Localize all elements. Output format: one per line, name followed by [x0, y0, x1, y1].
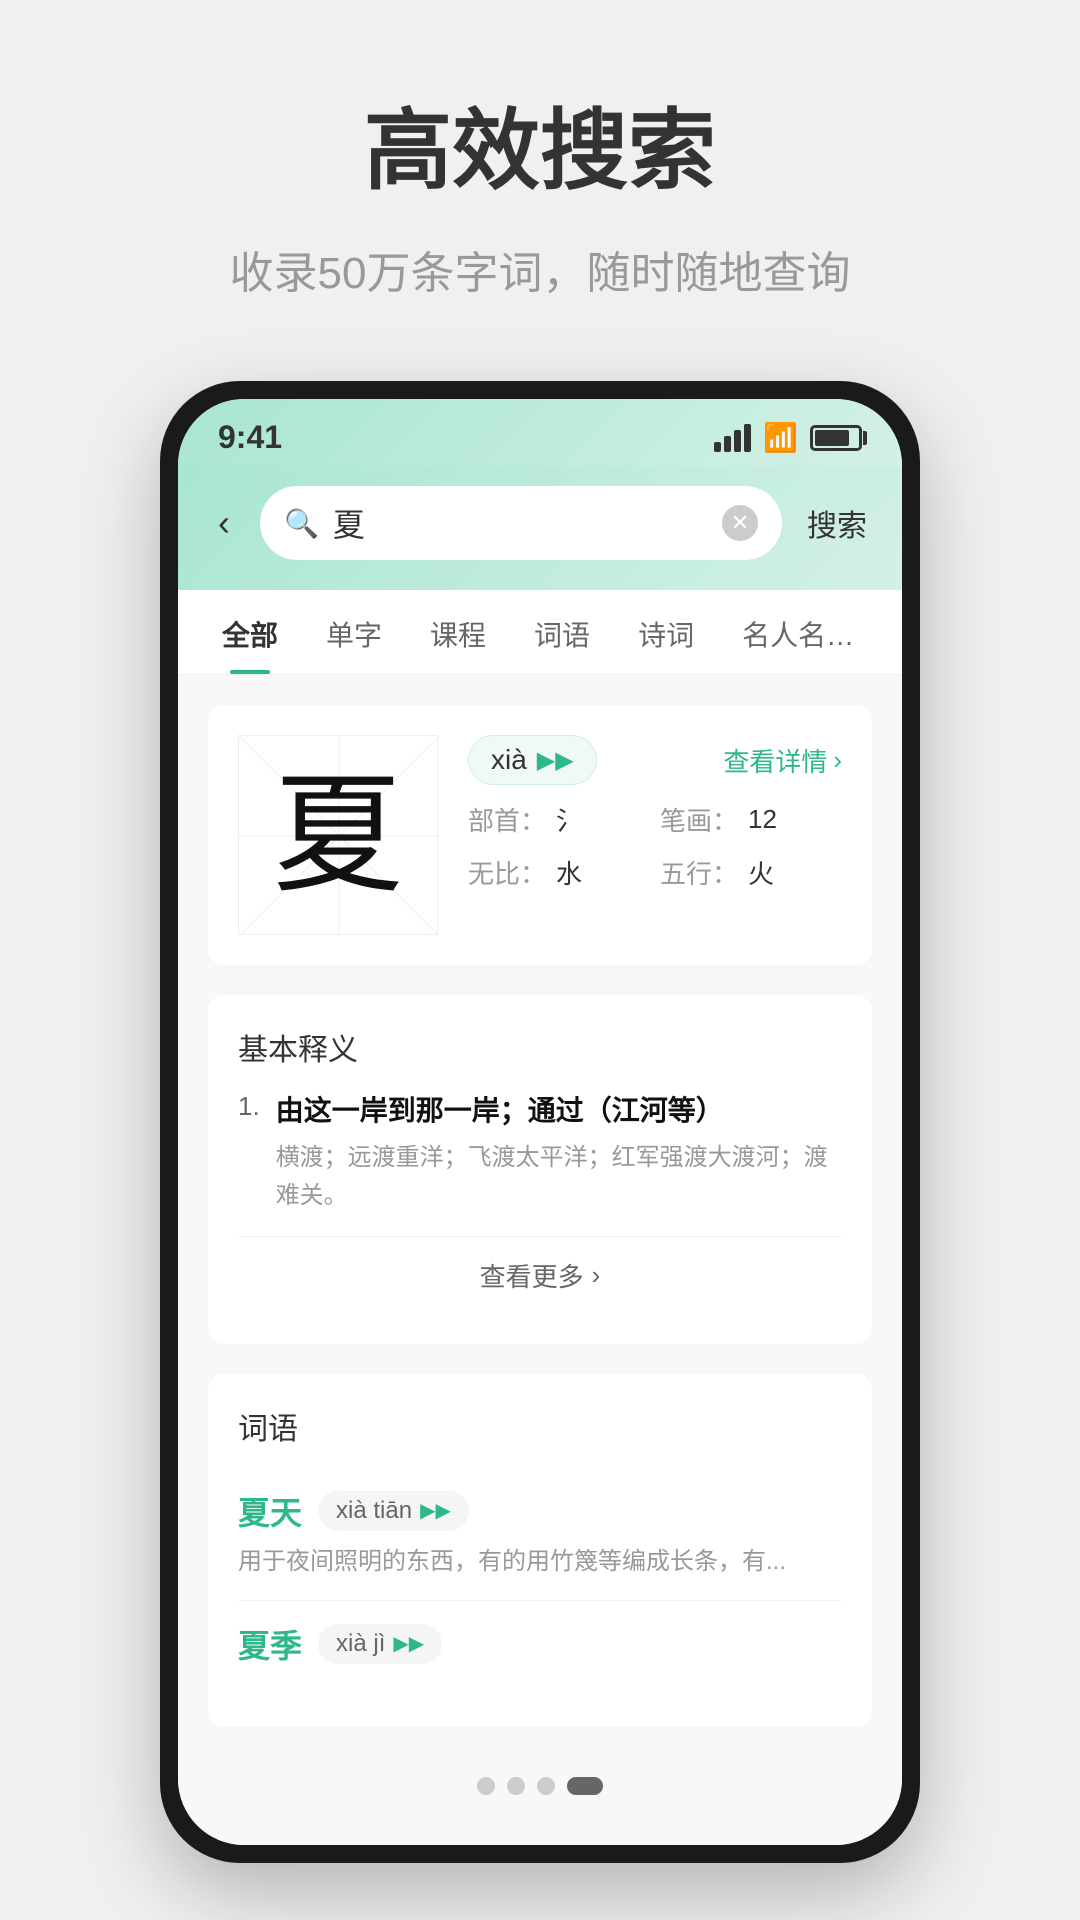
pinyin-badge: xià ▶▶ [468, 735, 597, 785]
signal-icon [714, 424, 751, 452]
prop-strokes-label: 笔画： [660, 801, 738, 838]
phone-mockup: 9:41 📶 ‹ 🔍 夏 ✕ 搜索 [160, 381, 920, 1863]
character-card: 夏 xià ▶▶ 查看详情 › [208, 705, 872, 965]
prop-wubi: 无比： 水 [468, 854, 650, 891]
dot-4-active[interactable] [567, 1777, 603, 1795]
view-detail-link[interactable]: 查看详情 › [723, 742, 842, 779]
meaning-examples-1: 横渡；远渡重洋；飞渡太平洋；红军强渡大渡河；渡难关。 [276, 1139, 842, 1216]
prop-bushou-label: 部首： [468, 801, 546, 838]
search-icon: 🔍 [284, 507, 319, 540]
dot-2[interactable] [507, 1777, 525, 1795]
word-pinyin-badge-xiatian: xià tiān ▶▶ [318, 1491, 469, 1531]
view-more-button[interactable]: 查看更多 › [238, 1236, 842, 1314]
view-detail-label: 查看详情 [723, 742, 827, 779]
character-info: xià ▶▶ 查看详情 › 部首： 氵 [468, 735, 842, 935]
tab-all[interactable]: 全部 [198, 590, 302, 674]
word-item-xiatian[interactable]: 夏天 xià tiān ▶▶ 用于夜间照明的东西，有的用竹篾等编成长条，有... [238, 1468, 842, 1601]
dot-1[interactable] [477, 1777, 495, 1795]
character-display: 夏 [238, 735, 438, 935]
big-character: 夏 [273, 770, 403, 900]
word-pinyin-xiatian: xià tiān [336, 1497, 412, 1525]
dot-3[interactable] [537, 1777, 555, 1795]
search-value: 夏 [333, 500, 708, 546]
word-desc-xiatian: 用于夜间照明的东西，有的用竹篾等编成长条，有... [238, 1544, 842, 1580]
wifi-icon: 📶 [763, 421, 798, 454]
tab-celebrity[interactable]: 名人名… [718, 590, 878, 674]
meanings-title: 基本释义 [238, 1025, 842, 1069]
search-button[interactable]: 搜索 [802, 491, 872, 555]
meanings-section: 基本释义 1. 由这一岸到那一岸；通过（江河等） 横渡；远渡重洋；飞渡太平洋；红… [208, 995, 872, 1344]
back-button[interactable]: ‹ [208, 492, 240, 554]
tab-word[interactable]: 词语 [510, 590, 614, 674]
search-input-container[interactable]: 🔍 夏 ✕ [260, 486, 782, 560]
prop-wuxing-label: 五行： [660, 854, 738, 891]
prop-bushou: 部首： 氵 [468, 801, 650, 838]
character-properties: 部首： 氵 笔画： 12 无比： 水 五行： 火 [468, 801, 842, 891]
meaning-content-1: 由这一岸到那一岸；通过（江河等） 横渡；远渡重洋；飞渡太平洋；红军强渡大渡河；渡… [276, 1089, 842, 1216]
word-item-xiaji[interactable]: 夏季 xià jì ▶▶ [238, 1601, 842, 1697]
meaning-title-1: 由这一岸到那一岸；通过（江河等） [276, 1089, 842, 1129]
tab-course[interactable]: 课程 [406, 590, 510, 674]
prop-bushou-value: 氵 [556, 801, 582, 838]
words-section: 词语 夏天 xià tiān ▶▶ 用于夜间照明的东西，有的用竹篾等编成长条，有… [208, 1374, 872, 1727]
prop-wuxing-value: 火 [748, 854, 774, 891]
search-area: ‹ 🔍 夏 ✕ 搜索 [178, 466, 902, 590]
status-time: 9:41 [218, 419, 282, 456]
tab-bar: 全部 单字 课程 词语 诗词 名人名… [178, 590, 902, 675]
page-subtitle: 收录50万条字词，随时随地查询 [230, 237, 851, 301]
phone-screen: 9:41 📶 ‹ 🔍 夏 ✕ 搜索 [178, 399, 902, 1845]
word-header-xiaji: 夏季 xià jì ▶▶ [238, 1621, 842, 1667]
char-info-top: xià ▶▶ 查看详情 › [468, 735, 842, 785]
words-title: 词语 [238, 1404, 842, 1448]
word-header-xiatian: 夏天 xià tiān ▶▶ [238, 1488, 842, 1534]
view-more-label: 查看更多 [480, 1257, 584, 1294]
chevron-right-small-icon: › [592, 1260, 601, 1291]
word-pinyin-badge-xiaji: xià jì ▶▶ [318, 1624, 442, 1664]
pinyin-text: xià [491, 744, 527, 776]
meaning-num-1: 1. [238, 1089, 260, 1216]
tab-single[interactable]: 单字 [302, 590, 406, 674]
meaning-item-1: 1. 由这一岸到那一岸；通过（江河等） 横渡；远渡重洋；飞渡太平洋；红军强渡大渡… [238, 1089, 842, 1216]
pagination-dots [208, 1757, 872, 1815]
status-icons: 📶 [714, 421, 862, 454]
status-bar: 9:41 📶 [178, 399, 902, 466]
word-char-xiaji: 夏季 [238, 1621, 302, 1667]
word-sound-icon-xiaji[interactable]: ▶▶ [393, 1631, 424, 1656]
tab-poem[interactable]: 诗词 [614, 590, 718, 674]
chevron-right-icon: › [833, 745, 842, 776]
prop-wubi-value: 水 [556, 854, 582, 891]
prop-wubi-label: 无比： [468, 854, 546, 891]
page-title: 高效搜索 [364, 80, 716, 207]
main-content: 夏 xià ▶▶ 查看详情 › [178, 675, 902, 1845]
search-clear-button[interactable]: ✕ [722, 505, 758, 541]
word-pinyin-xiaji: xià jì [336, 1630, 385, 1658]
word-char-xiatian: 夏天 [238, 1488, 302, 1534]
prop-strokes: 笔画： 12 [660, 801, 842, 838]
prop-wuxing: 五行： 火 [660, 854, 842, 891]
sound-icon[interactable]: ▶▶ [537, 746, 574, 775]
battery-icon [810, 425, 862, 451]
prop-strokes-value: 12 [748, 804, 777, 835]
word-sound-icon-xiatian[interactable]: ▶▶ [420, 1498, 451, 1523]
